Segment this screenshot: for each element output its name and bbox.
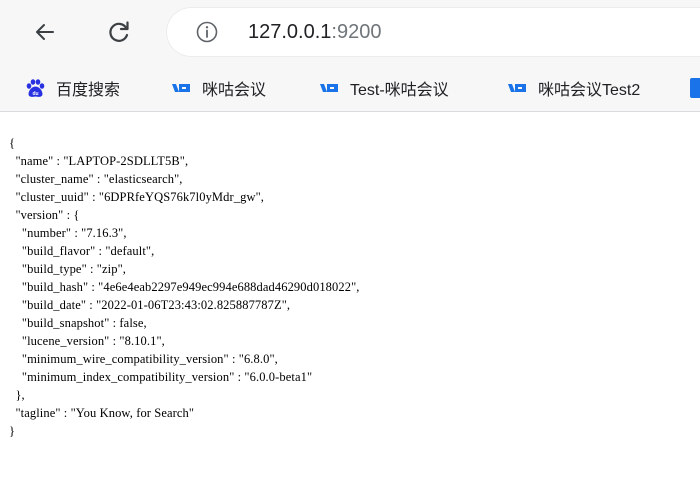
bookmark-baidu[interactable]: du 百度搜索: [24, 76, 120, 100]
json-line: "number" : "7.16.3",: [9, 226, 127, 240]
svg-text:du: du: [32, 91, 38, 97]
json-line: "cluster_uuid" : "6DPRfeYQS76k7l0yMdr_gw…: [9, 190, 265, 204]
url-text[interactable]: 127.0.0.1:9200: [248, 20, 381, 44]
json-line: "minimum_index_compatibility_version" : …: [9, 370, 313, 384]
migu-meeting-icon: [320, 84, 338, 92]
baidu-paw-icon: du: [26, 79, 45, 97]
bookmark-label: 咪咕会议Test2: [538, 82, 641, 99]
address-bar[interactable]: 127.0.0.1:9200: [166, 7, 700, 57]
reload-button[interactable]: [99, 12, 139, 52]
json-line: },: [9, 388, 25, 402]
json-line: }: [9, 424, 16, 438]
overflow-bookmark-icon[interactable]: [690, 78, 700, 98]
json-line: "version" : {: [9, 208, 80, 222]
json-line: "lucene_version" : "8.10.1",: [9, 334, 165, 348]
reload-icon: [109, 21, 129, 42]
bookmark-test-migu-meeting[interactable]: Test-咪咕会议: [318, 76, 449, 100]
url-host: 127.0.0.1: [248, 21, 332, 43]
bookmark-label: Test-咪咕会议: [350, 82, 449, 99]
bookmark-label: 百度搜索: [56, 82, 121, 99]
json-line: "minimum_wire_compatibility_version" : "…: [9, 352, 278, 366]
info-icon[interactable]: [196, 21, 218, 43]
json-line: "build_flavor" : "default",: [9, 244, 155, 258]
json-line: "build_date" : "2022-01-06T23:43:02.8258…: [9, 298, 291, 312]
json-line: {: [9, 136, 16, 150]
bookmarks-bar: du 百度搜索 咪咕会议 Test-咪咕会议 咪咕会议Test2: [0, 66, 700, 112]
browser-toolbar: 127.0.0.1:9200: [0, 0, 700, 66]
back-button[interactable]: [25, 12, 65, 52]
migu-meeting-icon: [508, 84, 526, 92]
bookmark-migu-meeting-test2[interactable]: 咪咕会议Test2: [506, 76, 640, 100]
json-line: "tagline" : "You Know, for Search": [9, 406, 195, 420]
back-arrow-icon: [36, 24, 54, 40]
migu-meeting-icon: [172, 84, 190, 92]
bookmark-label: 咪咕会议: [202, 82, 267, 99]
url-port: :9200: [331, 21, 382, 43]
bookmark-migu-meeting[interactable]: 咪咕会议: [170, 76, 266, 100]
json-line: "build_type" : "zip",: [9, 262, 126, 276]
json-line: "build_hash" : "4e6e4eab2297e949ec994e68…: [9, 280, 360, 294]
json-line: "build_snapshot" : false,: [9, 316, 147, 330]
json-text: { "name" : "LAPTOP-2SDLLT5B", "cluster_n…: [9, 134, 360, 440]
json-line: "name" : "LAPTOP-2SDLLT5B",: [9, 154, 189, 168]
json-response: { "name" : "LAPTOP-2SDLLT5B", "cluster_n…: [9, 134, 360, 440]
json-line: "cluster_name" : "elasticsearch",: [9, 172, 183, 186]
